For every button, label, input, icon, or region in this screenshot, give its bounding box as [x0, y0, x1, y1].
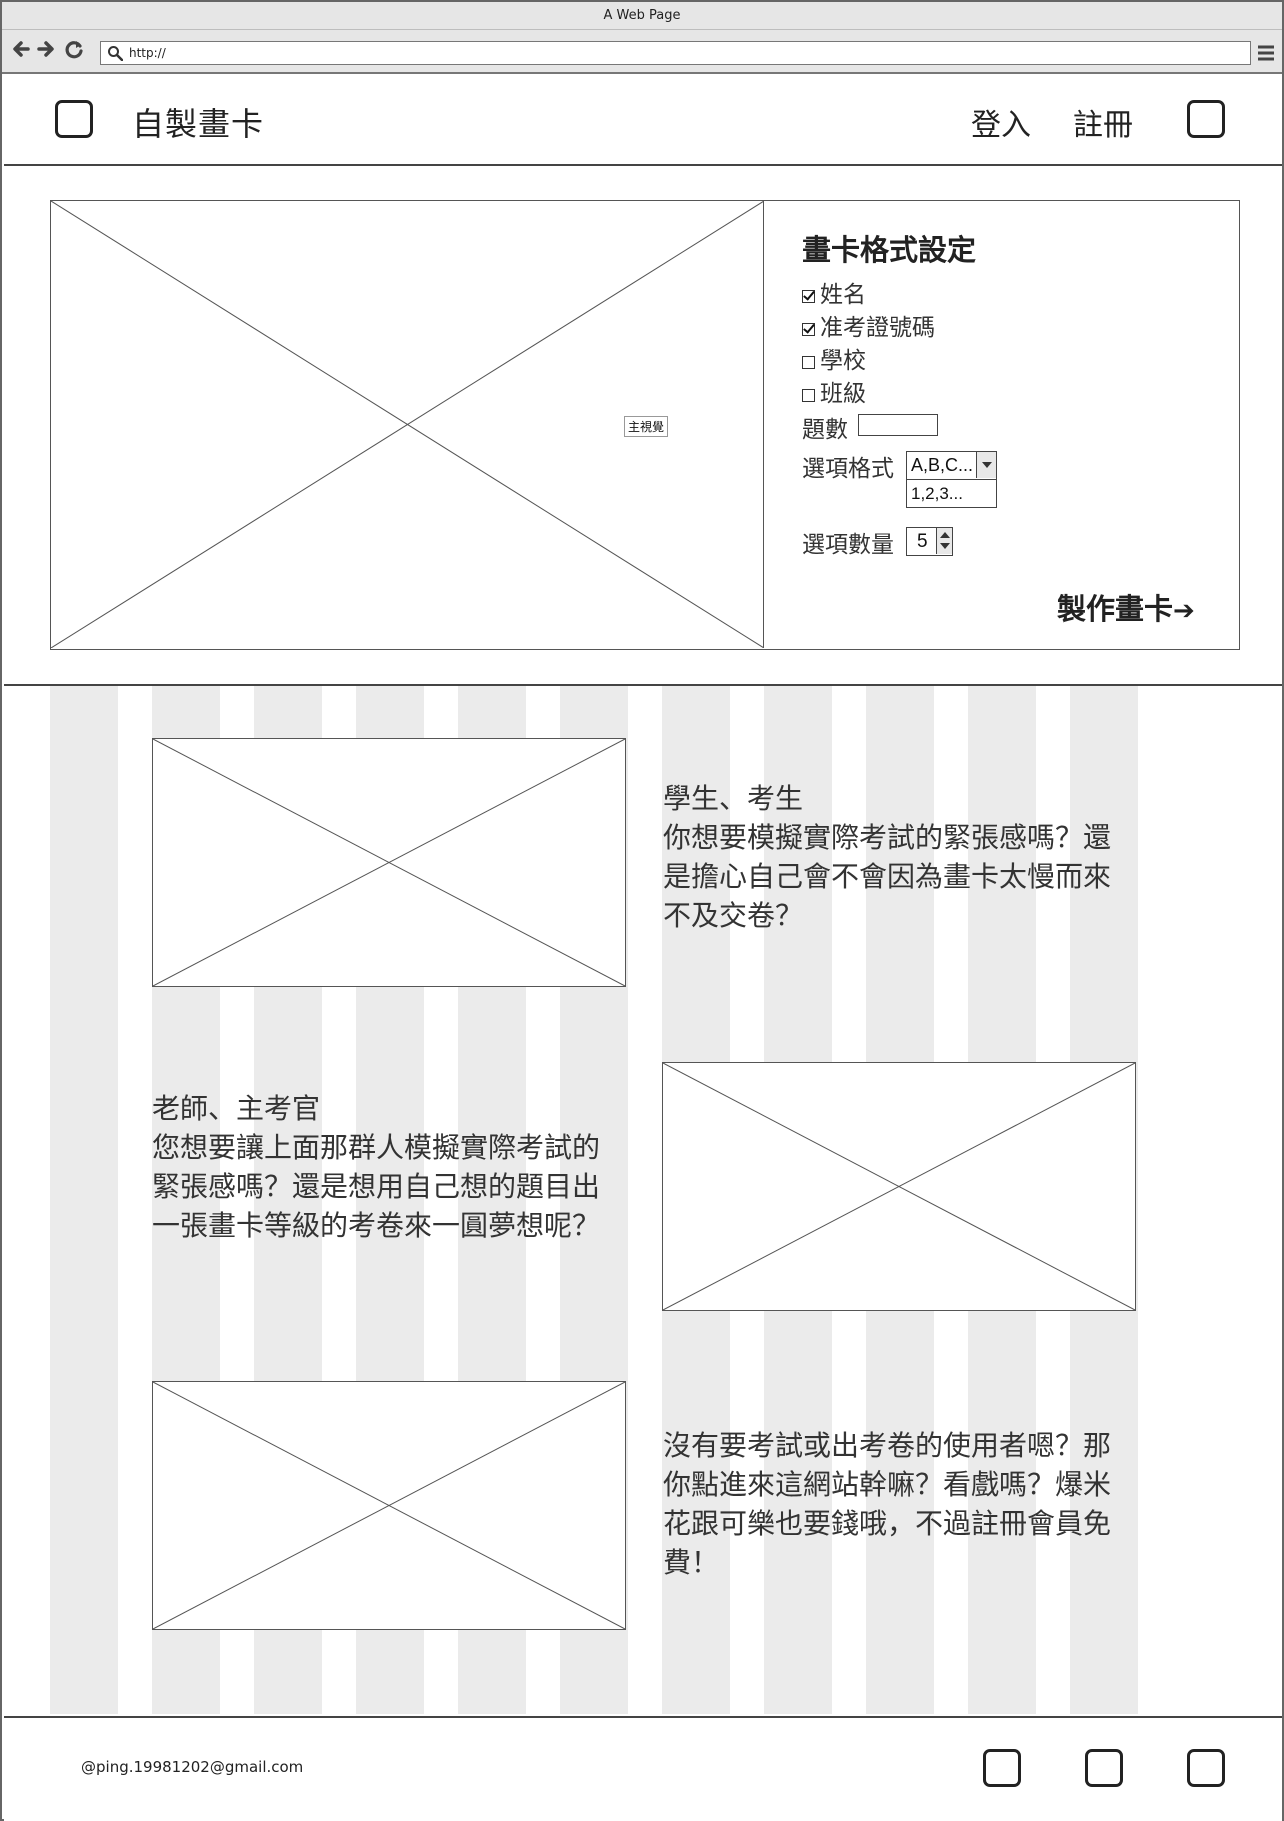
- feature-body-visitors: 沒有要考試或出考卷的使用者嗯？那你點進來這網站幹嘛？看戲嗎？爆米花跟可樂也要錢哦…: [663, 1429, 1112, 1579]
- image-placeholder-icon: [153, 1382, 625, 1629]
- option-name[interactable]: 姓名: [802, 275, 866, 309]
- checkbox-exam-number[interactable]: [802, 323, 815, 336]
- site-footer: @ping.19981202@gmail.com: [4, 1716, 1282, 1821]
- stepper-down-icon[interactable]: [940, 543, 950, 549]
- question-count-label: 題數: [802, 417, 848, 443]
- choice-format-option-label: 1,2,3...: [911, 484, 963, 503]
- image-placeholder-icon: [153, 739, 625, 986]
- question-count-input[interactable]: [858, 414, 938, 436]
- option-class-label: 班級: [820, 381, 866, 407]
- option-exam-number-label: 准考證號碼: [820, 315, 935, 341]
- feature-text-visitors: 沒有要考試或出考卷的使用者嗯？那你點進來這網站幹嘛？看戲嗎？爆米花跟可樂也要錢哦…: [663, 1426, 1123, 1582]
- right-arrow-icon: ➔: [1173, 596, 1195, 626]
- social-icon-2[interactable]: [1085, 1749, 1123, 1787]
- reload-icon[interactable]: [64, 38, 86, 60]
- user-avatar-icon[interactable]: [1187, 100, 1225, 138]
- make-card-label: 製作畫卡: [1057, 592, 1174, 626]
- logo-icon[interactable]: [55, 100, 93, 138]
- option-exam-number[interactable]: 准考證號碼: [802, 308, 935, 342]
- option-school[interactable]: 學校: [802, 341, 866, 375]
- hero-frame: 主視覺 畫卡格式設定 姓名 准考證號碼 學校 班級 題數 選項格式 A,B,C.…: [50, 200, 1240, 650]
- settings-title: 畫卡格式設定: [802, 233, 977, 267]
- search-icon: [108, 46, 123, 61]
- site-title: 自製畫卡: [132, 105, 265, 143]
- feature-text-teachers: 老師、主考官 您想要讓上面那群人模擬實際考試的緊張感嗎？還是想用自己想的題目出一…: [152, 1089, 612, 1245]
- option-name-label: 姓名: [820, 282, 866, 308]
- feature-body-teachers: 您想要讓上面那群人模擬實際考試的緊張感嗎？還是想用自己想的題目出一張畫卡等級的考…: [152, 1131, 601, 1242]
- image-placeholder-icon: [663, 1063, 1135, 1310]
- feature-body-students: 你想要模擬實際考試的緊張感嗎？還是擔心自己會不會因為畫卡太慢而來不及交卷？: [663, 821, 1112, 932]
- url-input[interactable]: http://: [100, 41, 1251, 65]
- option-school-label: 學校: [820, 348, 866, 374]
- choice-count-stepper[interactable]: 5: [906, 527, 953, 556]
- make-card-button[interactable]: 製作畫卡➔: [1057, 586, 1195, 628]
- stepper-buttons[interactable]: [936, 528, 952, 554]
- hero-section: 主視覺 畫卡格式設定 姓名 准考證號碼 學校 班級 題數 選項格式 A,B,C.…: [4, 166, 1282, 686]
- choice-count-value: 5: [917, 531, 928, 552]
- login-link[interactable]: 登入: [971, 100, 1031, 144]
- checkbox-class[interactable]: [802, 389, 815, 402]
- choice-format-selected: A,B,C...: [911, 455, 974, 475]
- page-viewport: 自製畫卡 登入 註冊 主視覺 畫卡格式設定 姓名 准考證號碼 學校 班級 題數 …: [4, 76, 1282, 1821]
- browser-toolbar: http://: [2, 30, 1282, 74]
- choice-count-label: 選項數量: [802, 532, 894, 558]
- back-arrow-icon[interactable]: [10, 38, 32, 60]
- chevron-down-icon[interactable]: [976, 452, 996, 478]
- choice-format-select[interactable]: A,B,C...: [906, 451, 997, 480]
- hero-image-placeholder: 主視覺: [51, 201, 764, 648]
- background-stripe: [50, 686, 118, 1714]
- feature-text-students: 學生、考生 你想要模擬實際考試的緊張感嗎？還是擔心自己會不會因為畫卡太慢而來不及…: [663, 779, 1123, 935]
- option-class[interactable]: 班級: [802, 374, 866, 408]
- feature-image-visitors: [152, 1381, 626, 1630]
- stepper-up-icon[interactable]: [940, 532, 950, 538]
- checkbox-school[interactable]: [802, 356, 815, 369]
- feature-image-teachers: [662, 1062, 1136, 1311]
- window-title: A Web Page: [2, 2, 1282, 30]
- features-section: 學生、考生 你想要模擬實際考試的緊張感嗎？還是擔心自己會不會因為畫卡太慢而來不及…: [4, 686, 1282, 1714]
- hamburger-menu-icon[interactable]: [1257, 44, 1275, 62]
- site-header: 自製畫卡 登入 註冊: [4, 76, 1282, 166]
- forward-arrow-icon[interactable]: [35, 38, 57, 60]
- hero-image-caption: 主視覺: [624, 416, 669, 437]
- browser-window: A Web Page http:// 自製畫卡 登入 註冊 主視覺 畫卡格式設定…: [0, 0, 1284, 1821]
- register-link[interactable]: 註冊: [1073, 100, 1133, 144]
- social-icon-1[interactable]: [983, 1749, 1021, 1787]
- card-settings-panel: 畫卡格式設定 姓名 准考證號碼 學校 班級 題數 選項格式 A,B,C... 1…: [764, 201, 1238, 648]
- feature-title-teachers: 老師、主考官: [152, 1092, 321, 1125]
- choice-format-option[interactable]: 1,2,3...: [906, 479, 997, 508]
- footer-email[interactable]: @ping.19981202@gmail.com: [81, 1758, 303, 1776]
- feature-image-students: [152, 738, 626, 987]
- choice-format-label: 選項格式: [802, 456, 894, 482]
- feature-title-students: 學生、考生: [663, 782, 804, 815]
- url-text: http://: [129, 46, 166, 60]
- social-icon-3[interactable]: [1187, 1749, 1225, 1787]
- checkbox-name[interactable]: [802, 290, 815, 303]
